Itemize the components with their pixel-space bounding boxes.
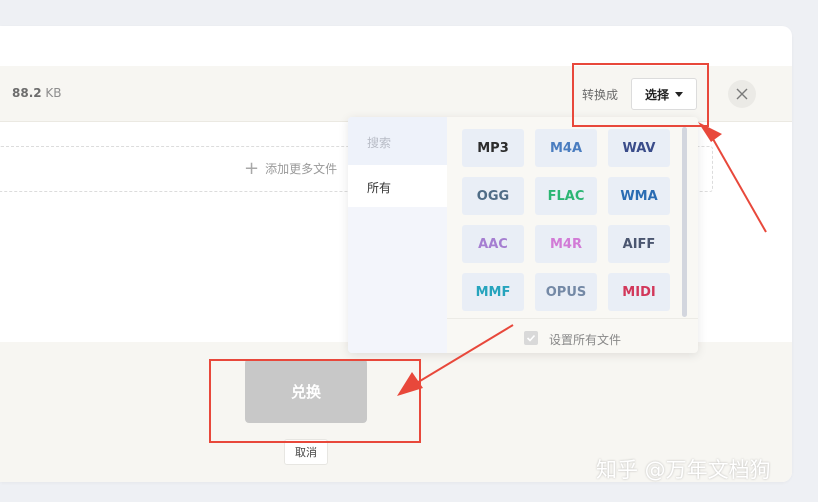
format-option-wma[interactable]: WMA [608, 177, 670, 215]
format-option-mmf[interactable]: MMF [462, 273, 524, 311]
format-select-label: 选择 [644, 87, 669, 102]
set-all-files-label: 设置所有文件 [549, 333, 622, 347]
check-icon [526, 334, 536, 342]
file-size: 88.2 KB [12, 86, 62, 100]
convert-to-label: 转换成 [582, 88, 619, 102]
format-option-mp3[interactable]: MP3 [462, 129, 524, 167]
set-all-files-row: 设置所有文件 [447, 318, 698, 353]
format-dropdown: 搜索 所有 MP3 M4A WAV OGG FLAC WMA AAC M4R A… [348, 117, 698, 353]
format-option-ogg[interactable]: OGG [462, 177, 524, 215]
format-option-m4r[interactable]: M4R [535, 225, 597, 263]
format-option-midi[interactable]: MIDI [608, 273, 670, 311]
file-row: 88.2 KB 转换成 选择 [0, 66, 792, 122]
set-all-files-checkbox[interactable] [524, 331, 538, 345]
format-option-aiff[interactable]: AIFF [608, 225, 670, 263]
cancel-button[interactable]: 取消 [284, 439, 328, 465]
watermark-text: 知乎 @万年文档狗 [596, 458, 771, 482]
file-size-value: 88.2 [12, 86, 42, 100]
file-size-unit: KB [41, 86, 62, 100]
format-option-aac[interactable]: AAC [462, 225, 524, 263]
plus-icon: + [244, 157, 260, 179]
close-icon [736, 88, 748, 100]
convert-button[interactable]: 兑换 [245, 359, 367, 423]
add-more-label: 添加更多文件 [265, 162, 338, 176]
remove-file-button[interactable] [728, 80, 756, 108]
format-option-m4a[interactable]: M4A [535, 129, 597, 167]
category-all[interactable]: 所有 [348, 165, 447, 207]
format-option-wav[interactable]: WAV [608, 129, 670, 167]
caret-down-icon [675, 91, 683, 97]
format-select-button[interactable]: 选择 [631, 78, 697, 110]
format-option-opus[interactable]: OPUS [535, 273, 597, 311]
format-search-input[interactable]: 搜索 [348, 117, 447, 165]
format-scrollbar-thumb[interactable] [682, 127, 687, 317]
format-option-flac[interactable]: FLAC [535, 177, 597, 215]
add-more-files[interactable]: + 添加更多文件 [244, 157, 338, 179]
